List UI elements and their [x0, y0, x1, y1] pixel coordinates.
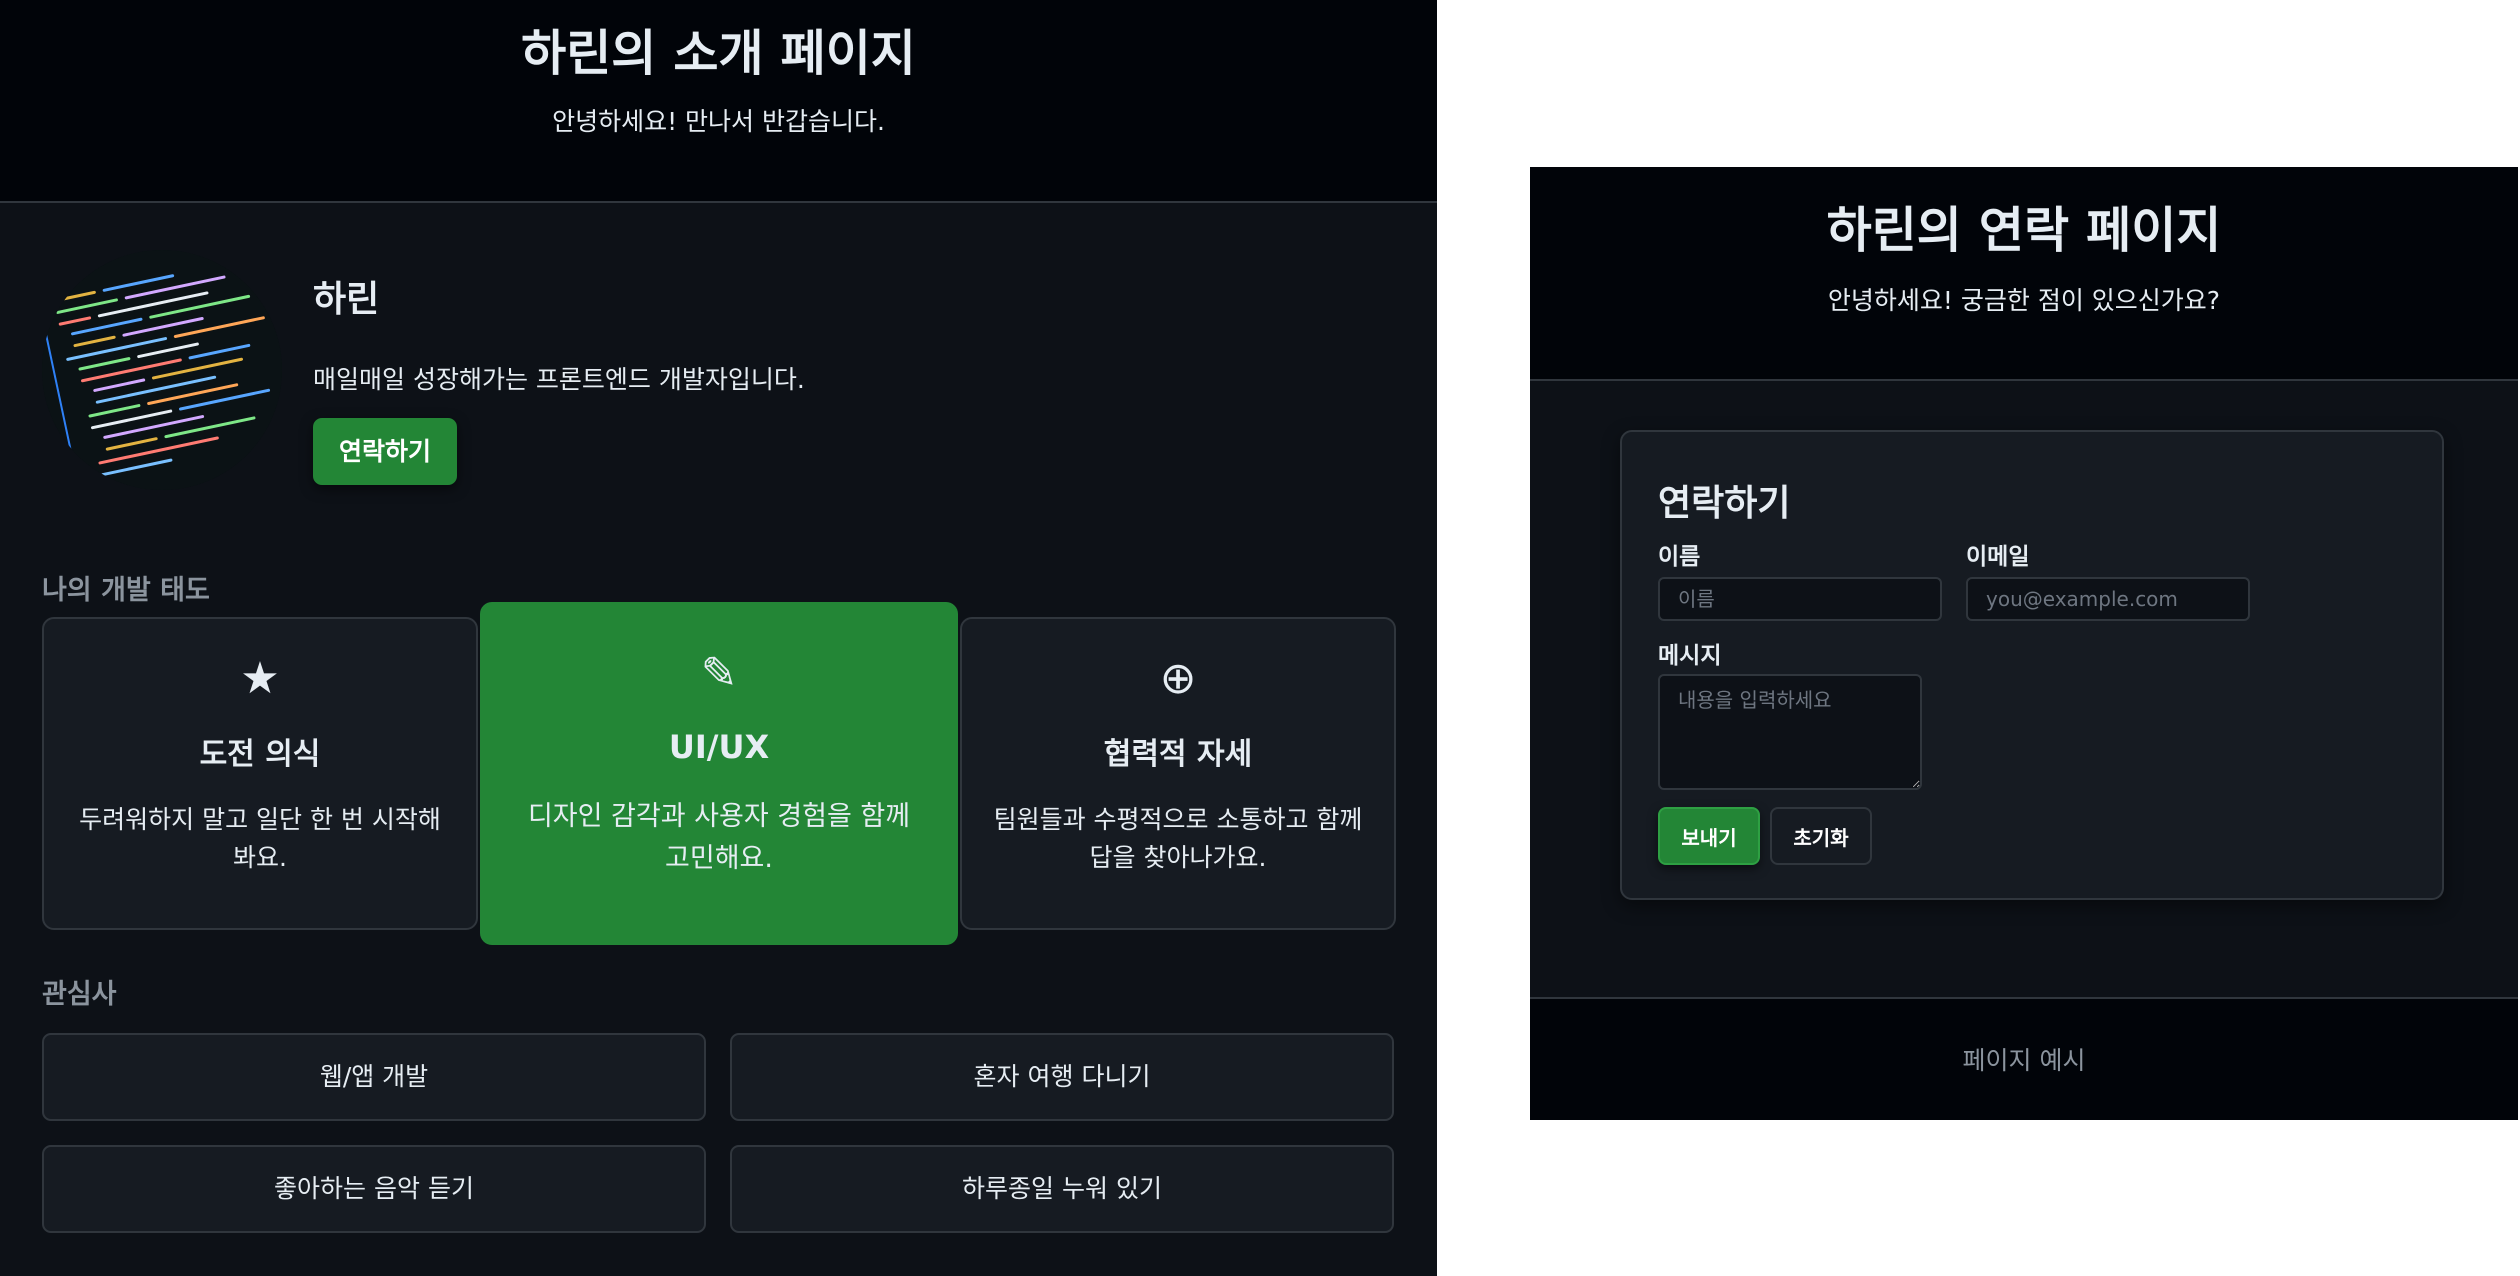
- form-title: 연락하기: [1658, 483, 1791, 524]
- email-input[interactable]: [1966, 577, 2250, 621]
- contact-page-title: 하린의 연락 페이지: [1826, 202, 2222, 259]
- intro-page-subtitle: 안녕하세요! 만나서 반갑습니다.: [552, 107, 885, 136]
- interest-item: 혼자 여행 다니기: [730, 1033, 1394, 1121]
- message-label: 메시지: [1658, 643, 1722, 669]
- attitude-card-uiux[interactable]: ✎ UI/UX 디자인 감각과 사용자 경험을 함께 고민해요.: [480, 602, 958, 945]
- profile-section: 하린 매일매일 성장해가는 프론트엔드 개발자입니다. 연락하기: [42, 250, 1402, 490]
- intro-header: 하린의 소개 페이지 안녕하세요! 만나서 반갑습니다.: [0, 0, 1437, 203]
- contact-footer: 페이지 예시: [1530, 997, 2518, 1120]
- interest-item: 좋아하는 음악 듣기: [42, 1145, 706, 1233]
- star-icon: ★: [240, 653, 280, 704]
- attitude-card-text: 팀원들과 수평적으로 소통하고 함께 답을 찾아나가요.: [993, 805, 1363, 872]
- attitude-card-title: 협력적 자세: [1103, 737, 1253, 772]
- name-label: 이름: [1658, 544, 1701, 570]
- contact-form: 연락하기 이름 이메일 메시지 보내기 초기화: [1620, 430, 2444, 900]
- message-textarea[interactable]: [1658, 674, 1922, 790]
- contact-button[interactable]: 연락하기: [313, 418, 458, 485]
- profile-name: 하린: [313, 279, 380, 320]
- attitude-heading: 나의 개발 태도: [42, 575, 210, 606]
- profile-description: 매일매일 성장해가는 프론트엔드 개발자입니다.: [313, 365, 805, 394]
- profile-info: 하린 매일매일 성장해가는 프론트엔드 개발자입니다. 연락하기: [313, 270, 805, 485]
- reset-button[interactable]: 초기화: [1770, 807, 1872, 865]
- profile-photo: [42, 250, 282, 490]
- email-label: 이메일: [1966, 544, 2030, 570]
- attitude-card-challenge[interactable]: ★ 도전 의식 두려워하지 말고 일단 한 번 시작해봐요.: [42, 617, 478, 930]
- attitude-card-text: 디자인 감각과 사용자 경험을 함께 고민해요.: [527, 801, 911, 874]
- attitude-card-collaboration[interactable]: ⊕ 협력적 자세 팀원들과 수평적으로 소통하고 함께 답을 찾아나가요.: [960, 617, 1396, 930]
- attitude-card-title: UI/UX: [668, 728, 770, 766]
- interest-item: 하루종일 누워 있기: [730, 1145, 1394, 1233]
- contact-page-subtitle: 안녕하세요! 궁금한 점이 있으신가요?: [1827, 286, 2221, 315]
- code-screen-image: [42, 250, 282, 490]
- name-input[interactable]: [1658, 577, 1942, 621]
- pencil-icon: ✎: [700, 648, 738, 699]
- submit-button[interactable]: 보내기: [1658, 807, 1760, 865]
- attitude-card-title: 도전 의식: [199, 737, 321, 772]
- intro-page: 하린의 소개 페이지 안녕하세요! 만나서 반갑습니다. 하린 매일매일 성장해…: [0, 0, 1437, 1276]
- interest-item: 웹/앱 개발: [42, 1033, 706, 1121]
- attitude-card-text: 두려워하지 말고 일단 한 번 시작해봐요.: [79, 805, 441, 872]
- contact-page: 하린의 연락 페이지 안녕하세요! 궁금한 점이 있으신가요? 연락하기 이름 …: [1530, 167, 2518, 1120]
- intro-page-title: 하린의 소개 페이지: [521, 25, 916, 82]
- circled-plus-icon: ⊕: [1159, 653, 1197, 704]
- contact-header: 하린의 연락 페이지 안녕하세요! 궁금한 점이 있으신가요?: [1530, 167, 2518, 381]
- interests-heading: 관심사: [42, 979, 117, 1010]
